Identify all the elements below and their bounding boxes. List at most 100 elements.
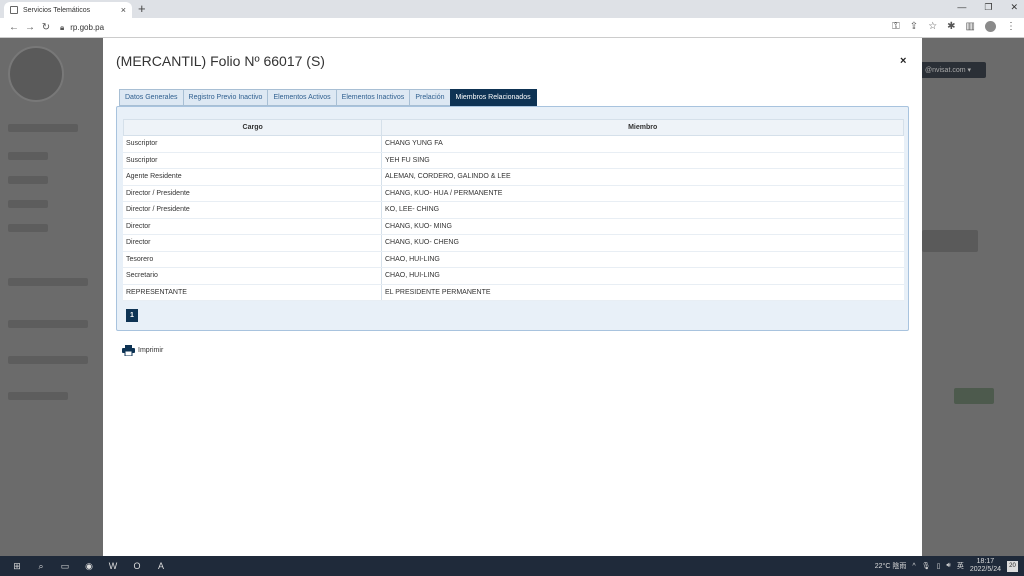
table-header: Cargo Miembro [123,119,904,136]
cell-miembro: CHAO, HUI-LING [385,272,440,280]
tab-prelacion[interactable]: Prelación [409,89,450,106]
sidebar-line [8,320,88,328]
close-window-icon[interactable]: ✕ [1010,2,1018,13]
site-logo [8,46,64,102]
modal-title: (MERCANTIL) Folio Nº 66017 (S) [116,53,325,69]
tab-panel: Cargo Miembro Suscriptor CHANG YUNG FA S… [116,106,909,331]
ime-icon[interactable]: 英 [957,561,964,571]
cell-miembro: KO, LEE- CHING [385,206,440,214]
sidebar-line [8,392,68,400]
cell-cargo: Agente Residente [123,169,382,185]
tab-miembros-relacionados[interactable]: Miembros Relacionados [449,89,537,106]
clock[interactable]: 18:17 2022/5/24 [970,558,1001,574]
table-row[interactable]: REPRESENTANTE EL PRESIDENTE PERMANENTE [123,284,904,301]
file-explorer-icon[interactable]: ▭ [58,560,72,572]
favicon-icon [10,6,18,14]
sidebar-line [8,200,48,208]
chrome-icon[interactable]: ◉ [82,560,96,572]
os-taskbar: ⊞ ⌕ ▭ ◉ W O A 22°C 陰雨 ^ 🎙︎ ▯ 🔊︎ 英 18:17 … [0,556,1024,576]
tab-elementos-inactivos[interactable]: Elementos Inactivos [335,89,410,106]
table-row[interactable]: Director / Presidente KO, LEE- CHING [123,202,904,219]
sidebar-line [8,152,48,160]
browser-tabstrip: Servicios Telemáticos × + — ❐ ✕ [0,0,1024,18]
table-row[interactable]: Tesorero CHAO, HUI-LING [123,251,904,268]
cell-miembro: CHANG YUNG FA [385,140,443,148]
sidebar-line [8,124,78,132]
acrobat-icon[interactable]: A [154,560,168,572]
profile-avatar[interactable] [985,21,996,32]
browser-tab-title: Servicios Telemáticos [23,6,91,14]
browser-toolbar: ← → ↻ 🔒︎ rp.gob.pa ⚿ ⇪ ☆ ✱ ▥ ⋮ [0,18,1024,38]
sidebar-line [8,278,88,286]
mic-icon[interactable]: 🎙︎ [922,562,931,570]
cell-cargo: Suscriptor [123,152,382,168]
tray-chevron-icon[interactable]: ^ [912,563,915,570]
network-icon[interactable]: ▯ [937,562,941,570]
cell-cargo: Suscriptor [123,136,382,152]
windows-start-icon[interactable]: ⊞ [10,560,24,572]
share-icon[interactable]: ⇪ [910,21,918,32]
table-row[interactable]: Secretario CHAO, HUI-LING [123,268,904,285]
menu-icon[interactable]: ⋮ [1006,21,1016,32]
window-controls: — ❐ ✕ [957,2,1018,13]
browser-tab[interactable]: Servicios Telemáticos × [4,2,132,18]
table-row[interactable]: Director CHANG, KUO- CHENG [123,235,904,252]
puzzle-icon[interactable]: ✱ [947,21,955,32]
header-miembro[interactable]: Miembro [382,120,903,135]
user-email-button[interactable]: @nvisat.com ▾ [920,62,986,78]
sidebar-line [8,176,48,184]
lock-icon: 🔒︎ [60,22,65,32]
url-text: rp.gob.pa [70,23,105,32]
cell-cargo: Secretario [123,268,382,284]
modal-close-button[interactable]: × [900,55,906,67]
cell-cargo: Director [123,218,382,234]
table-row[interactable]: Suscriptor YEH FU SING [123,152,904,169]
cell-miembro: CHANG, KUO- HUA / PERMANENTE [385,189,503,197]
table-row[interactable]: Director CHANG, KUO- MING [123,218,904,235]
cell-miembro: CHANG, KUO- MING [385,222,452,230]
new-tab-button[interactable]: + [138,1,146,16]
cell-miembro: CHANG, KUO- CHENG [385,239,459,247]
clock-time: 18:17 [976,558,995,565]
search-icon[interactable]: ⌕ [34,560,48,572]
table-row[interactable]: Suscriptor CHANG YUNG FA [123,136,904,153]
header-cargo[interactable]: Cargo [124,120,383,135]
forward-icon[interactable]: → [22,22,38,33]
members-table: Cargo Miembro Suscriptor CHANG YUNG FA S… [123,119,904,301]
sidebar-line [8,224,48,232]
word-icon[interactable]: W [106,560,120,572]
browser-extensions: ⚿ ⇪ ☆ ✱ ▥ ⋮ [892,21,1016,32]
key-icon[interactable]: ⚿ [892,21,900,32]
back-icon[interactable]: ← [6,22,22,33]
notifications-icon[interactable]: 20 [1007,560,1018,572]
modal-tabs: Datos Generales Registro Previo Inactivo… [119,89,537,106]
tab-close-icon[interactable]: × [121,5,126,15]
system-tray: 22°C 陰雨 ^ 🎙︎ ▯ 🔊︎ 英 18:17 2022/5/24 20 [875,558,1018,574]
cell-miembro: CHAO, HUI-LING [385,255,440,263]
restore-icon[interactable]: ❐ [984,2,992,13]
folio-modal: (MERCANTIL) Folio Nº 66017 (S) × Datos G… [103,38,922,556]
table-row[interactable]: Agente Residente ALEMAN, CORDERO, GALIND… [123,169,904,186]
cell-cargo: Tesorero [123,251,382,267]
cell-miembro: ALEMAN, CORDERO, GALINDO & LEE [385,173,511,181]
tab-datos-generales[interactable]: Datos Generales [119,89,183,106]
address-bar[interactable]: 🔒︎ rp.gob.pa [60,23,104,33]
outlook-icon[interactable]: O [130,560,144,572]
star-icon[interactable]: ☆ [928,21,937,32]
pager-page-1[interactable]: 1 [126,309,138,322]
table-row[interactable]: Director / Presidente CHANG, KUO- HUA / … [123,185,904,202]
weather-widget[interactable]: 22°C 陰雨 [875,561,907,571]
printer-icon [122,345,135,356]
tab-elementos-activos[interactable]: Elementos Activos [267,89,336,106]
reload-icon[interactable]: ↻ [38,22,54,33]
minimize-icon[interactable]: — [957,2,966,13]
background-panel [922,230,978,252]
cell-miembro: EL PRESIDENTE PERMANENTE [385,288,491,296]
cell-cargo: Director / Presidente [123,185,382,201]
clock-date: 2022/5/24 [969,566,1001,573]
sidepanel-icon[interactable]: ▥ [966,21,975,32]
cell-cargo: Director [123,235,382,251]
print-button[interactable]: Imprimir [122,345,163,356]
volume-icon[interactable]: 🔊︎ [946,562,950,570]
tab-registro-previo-inactivo[interactable]: Registro Previo Inactivo [182,89,268,106]
